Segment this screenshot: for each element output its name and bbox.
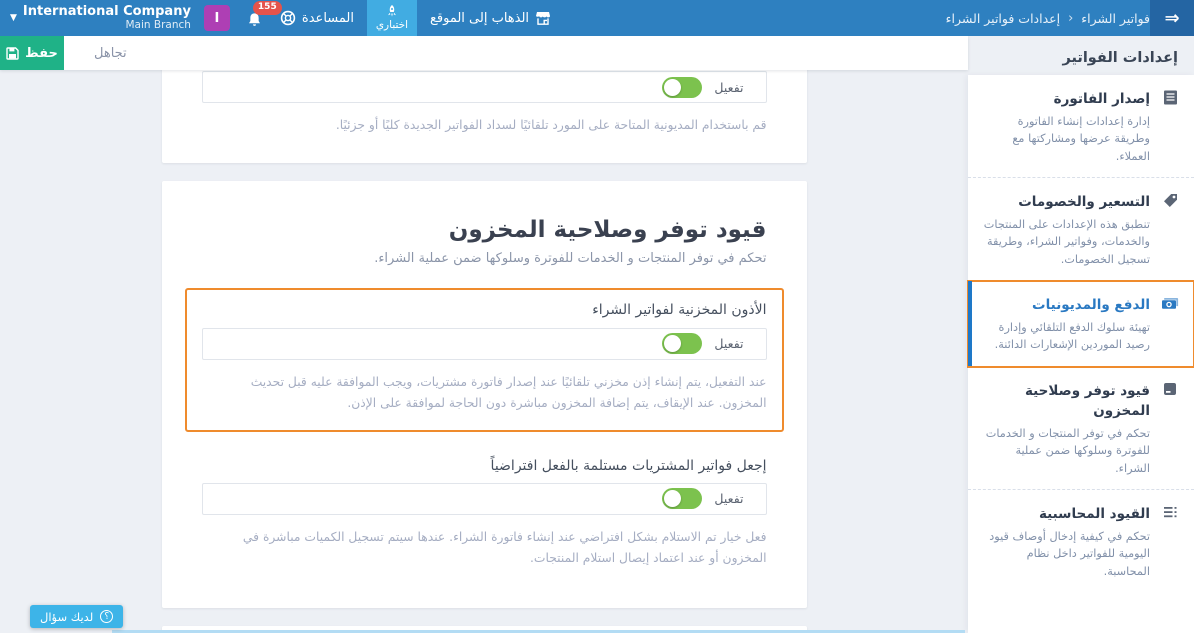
- received-by-default-toggle[interactable]: [662, 488, 702, 509]
- double-arrow-icon: ⇒: [1164, 8, 1179, 29]
- ledger-icon: [1160, 503, 1180, 580]
- purchase-invoice-settings-page: ▼ International Company Main Branch I 15…: [0, 0, 1194, 633]
- notifications-button[interactable]: 155: [243, 6, 267, 30]
- auto-payment-toggle-row: تفعيل: [202, 71, 767, 103]
- trial-tab[interactable]: اختباري: [367, 0, 417, 36]
- question-mark-icon: ؟: [100, 610, 113, 623]
- question-button-label: لديك سؤال: [40, 610, 93, 624]
- card-title: قيود توفر وصلاحية المخزون: [202, 217, 767, 243]
- company-selector[interactable]: ▼ International Company Main Branch: [10, 5, 191, 32]
- main-content: تفعيل قم باستخدام المديونية المتاحة على …: [0, 70, 968, 633]
- settings-sidebar: إعدادات الفواتير إصدار الفاتورة إدارة إع…: [968, 36, 1194, 633]
- life-ring-icon: [280, 10, 296, 26]
- sidebar-item-description: تحكم في توفر المنتجات و الخدمات للفوترة …: [982, 425, 1150, 478]
- toggle-label: تفعيل: [714, 336, 743, 351]
- save-label: حفظ: [25, 46, 58, 61]
- floppy-disk-icon: [6, 47, 19, 60]
- inventory-icon: [1160, 380, 1180, 478]
- help-label: المساعدة: [302, 11, 354, 26]
- stock-permissions-description: عند التفعيل، يتم إنشاء إذن مخزني تلقائيً…: [202, 372, 767, 414]
- help-button[interactable]: المساعدة: [280, 10, 354, 26]
- sidebar-item-pricing-discounts[interactable]: التسعير والخصومات تنطبق هذه الإعدادات عل…: [968, 178, 1194, 281]
- breadcrumb-current: إعدادات فواتير الشراء: [946, 11, 1060, 26]
- sidebar-collapse-button[interactable]: ⇒: [1150, 0, 1194, 36]
- rocket-icon: [386, 5, 398, 18]
- breadcrumb-separator: ‹: [1068, 11, 1073, 26]
- storefront-icon: [535, 11, 551, 26]
- sidebar-item-inventory-constraints[interactable]: قيود توفر وصلاحية المخزون تحكم في توفر ا…: [968, 367, 1194, 491]
- discard-button[interactable]: تجاهل: [94, 46, 127, 61]
- go-to-site-button[interactable]: الذهاب إلى الموقع: [430, 11, 551, 26]
- topbar: ▼ International Company Main Branch I 15…: [0, 0, 1194, 36]
- have-a-question-button[interactable]: لديك سؤال ؟: [30, 605, 123, 628]
- actions-toolbar: حفظ تجاهل: [0, 36, 968, 70]
- notifications-count-badge: 155: [253, 1, 282, 15]
- breadcrumb-parent[interactable]: فواتير الشراء: [1081, 11, 1150, 26]
- sidebar-item-label: القيود المحاسبية: [1039, 506, 1150, 522]
- received-by-default-field: إجعل فواتير المشتريات مستلمة بالفعل افتر…: [202, 458, 767, 569]
- chevron-down-icon: ▼: [10, 13, 17, 23]
- invoice-icon: [1160, 88, 1180, 165]
- company-name: International Company: [23, 5, 191, 20]
- card-subtitle: تحكم في توفر المنتجات و الخدمات للفوترة …: [202, 251, 767, 266]
- stock-permissions-toggle-row: تفعيل: [202, 328, 767, 360]
- toggle-label: تفعيل: [714, 491, 743, 506]
- sidebar-item-accounting-entries[interactable]: القيود المحاسبية تحكم في كيفية إدخال أوص…: [968, 490, 1194, 592]
- sidebar-item-description: إدارة إعدادات إنشاء الفاتورة وطريقة عرضه…: [982, 113, 1150, 166]
- sidebar-item-label: الدفع والمديونيات: [1032, 297, 1150, 313]
- inventory-constraints-card: قيود توفر وصلاحية المخزون تحكم في توفر ا…: [162, 181, 807, 609]
- highlighted-setting-box: الأذون المخزنية لفواتير الشراء تفعيل عند…: [185, 288, 784, 432]
- sidebar-item-description: تحكم في كيفية إدخال أوصاف قيود اليومية ل…: [982, 528, 1150, 581]
- tag-icon: [1160, 191, 1180, 268]
- save-button[interactable]: حفظ: [0, 36, 64, 70]
- sidebar-panel: إصدار الفاتورة إدارة إعدادات إنشاء الفات…: [968, 75, 1194, 633]
- sidebar-item-payment-debts[interactable]: الدفع والمديونيات تهيئة سلوك الدفع التلق…: [968, 281, 1194, 367]
- received-by-default-label: إجعل فواتير المشتريات مستلمة بالفعل افتر…: [202, 458, 767, 474]
- toggle-label: تفعيل: [714, 80, 743, 95]
- stock-permissions-label: الأذون المخزنية لفواتير الشراء: [202, 302, 767, 318]
- go-to-site-label: الذهاب إلى الموقع: [430, 11, 529, 26]
- breadcrumb: فواتير الشراء ‹ إعدادات فواتير الشراء: [932, 11, 1150, 26]
- received-by-default-toggle-row: تفعيل: [202, 483, 767, 515]
- avatar[interactable]: I: [204, 5, 230, 31]
- sidebar-item-label: التسعير والخصومات: [1018, 194, 1150, 210]
- auto-payment-toggle[interactable]: [662, 77, 702, 98]
- auto-payment-card: تفعيل قم باستخدام المديونية المتاحة على …: [162, 70, 807, 163]
- sidebar-item-label: إصدار الفاتورة: [1054, 91, 1150, 107]
- sidebar-item-invoice-issuing[interactable]: إصدار الفاتورة إدارة إعدادات إنشاء الفات…: [968, 75, 1194, 178]
- sidebar-item-description: تهيئة سلوك الدفع التلقائي وإدارة رصيد ال…: [982, 319, 1150, 354]
- sidebar-item-description: تنطبق هذه الإعدادات على المنتجات والخدما…: [982, 216, 1150, 269]
- payment-icon: [1160, 294, 1180, 354]
- sidebar-title: إعدادات الفواتير: [968, 36, 1194, 75]
- sidebar-item-label: قيود توفر وصلاحية المخزون: [1025, 383, 1150, 420]
- trial-label: اختباري: [376, 19, 408, 31]
- stock-permissions-toggle[interactable]: [662, 333, 702, 354]
- auto-payment-description: قم باستخدام المديونية المتاحة على المورد…: [202, 115, 767, 136]
- company-branch: Main Branch: [125, 19, 190, 31]
- received-by-default-description: فعل خيار تم الاستلام بشكل افتراضي عند إن…: [202, 527, 767, 569]
